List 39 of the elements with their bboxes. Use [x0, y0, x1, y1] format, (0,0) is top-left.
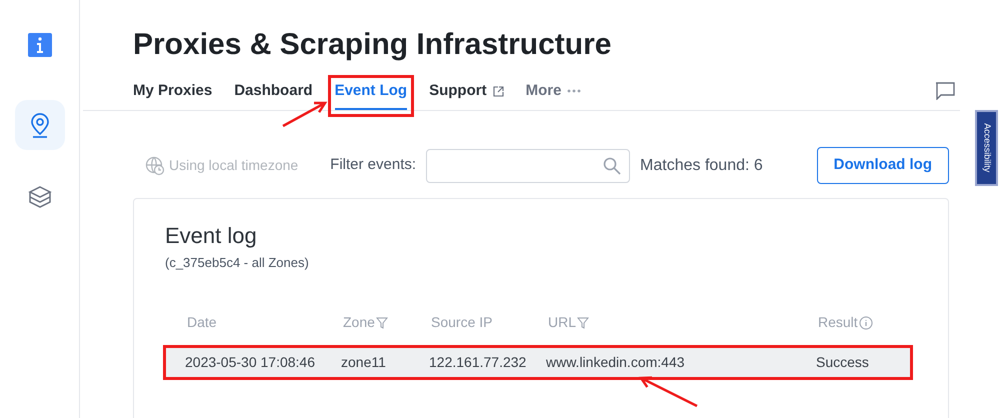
table-cell-text: www.linkedin.com:443 — [546, 352, 686, 372]
annotation-arrow — [282, 102, 328, 128]
filter-icon[interactable] — [376, 316, 388, 328]
filter-field[interactable] — [426, 148, 630, 182]
table-row[interactable]: 2023-05-30 17:08:46 zone11 122.161.77.232 www.linkedin.com:443 Success — [163, 344, 913, 380]
globe-clock-icon — [145, 156, 165, 176]
location-pin-icon — [28, 112, 50, 138]
nav-tab[interactable]: Dashboard — [234, 72, 313, 110]
table-cell-text: 2023-05-30 17:08:46 — [185, 352, 316, 372]
filter-label: Filter events: — [330, 155, 416, 176]
nav-tab[interactable]: Event Log — [334, 72, 408, 110]
nav-tab[interactable]: My Proxies — [133, 72, 212, 110]
matches-count: Matches found: 6 — [640, 156, 763, 176]
external-link-icon — [492, 86, 504, 96]
column-header: Source IP — [431, 313, 492, 332]
info-icon — [28, 33, 52, 57]
card-subtitle: (c_375eb5c4 - all Zones) — [165, 254, 310, 272]
layers-icon — [28, 185, 52, 209]
more-icon — [567, 89, 582, 93]
accessibility-tab[interactable]: Accessibility — [975, 110, 998, 186]
column-header: Date — [187, 313, 217, 332]
filter-icon[interactable] — [577, 316, 590, 328]
nav-tab[interactable]: More — [526, 72, 562, 110]
timezone-label: Using local timezone — [169, 156, 298, 175]
chat-icon[interactable] — [935, 82, 955, 100]
table-cell-text: 122.161.77.232 — [429, 352, 528, 372]
nav-tab[interactable]: Support — [429, 72, 487, 110]
download-log-button[interactable]: Download log — [816, 147, 949, 184]
page-title: Proxies & Scraping Infrastructure — [133, 27, 612, 63]
info-icon[interactable] — [858, 316, 873, 330]
column-header: Result — [818, 313, 858, 332]
table-cell-text: zone11 — [341, 352, 387, 372]
column-header: Zone — [343, 313, 375, 332]
annotation-arrow — [638, 376, 698, 408]
table-cell-text: Success — [816, 352, 870, 372]
sidebar-item[interactable] — [14, 100, 64, 150]
search-icon — [603, 156, 622, 174]
card-title: Event log — [165, 222, 258, 250]
column-header: URL — [548, 313, 576, 332]
